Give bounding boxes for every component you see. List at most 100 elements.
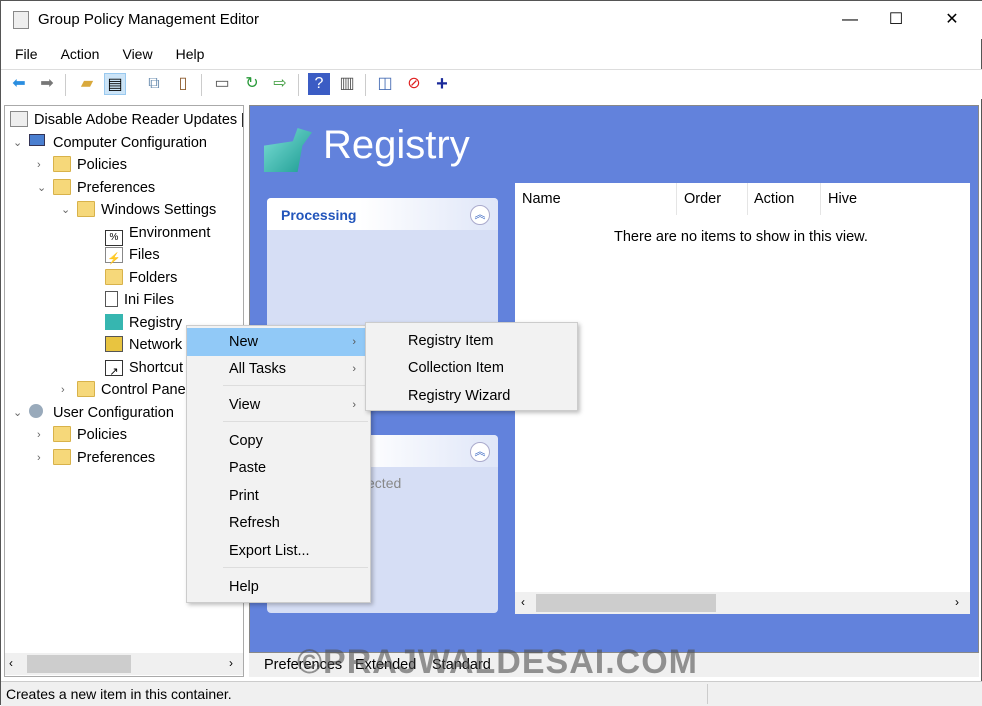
scroll-thumb[interactable]: [536, 594, 716, 612]
print-icon[interactable]: ▭: [211, 73, 233, 95]
menu-item-export-list[interactable]: Export List...: [187, 537, 370, 565]
window-title: Group Policy Management Editor: [38, 11, 259, 28]
tree-files[interactable]: ⚡ Files: [105, 244, 160, 266]
folder-icon: [53, 156, 71, 172]
items-list: Name Order Action Hive There are no item…: [515, 183, 970, 614]
folder-icon: [53, 426, 71, 442]
show-hide-tree-icon[interactable]: ▤: [104, 73, 126, 95]
ini-file-icon: [105, 291, 118, 307]
tree-network[interactable]: Network: [105, 334, 182, 356]
collapse-icon[interactable]: ︽: [470, 205, 490, 225]
title-bar: Group Policy Management Editor — ☐ ✕: [1, 1, 982, 39]
chevron-right-icon: ›: [352, 336, 356, 348]
user-icon: [29, 404, 47, 420]
export-list-icon[interactable]: ⇨: [269, 73, 291, 95]
tree-ini-files[interactable]: Ini Files: [105, 289, 174, 311]
menu-item-all-tasks[interactable]: All Tasks ›: [187, 355, 370, 383]
toolbar: ⬅ ➡ ▰ ▤ ⧉ ▯ ▭ ↻ ⇨ ? ▥ ◫ ⊘ +: [1, 69, 982, 99]
menu-item-view[interactable]: View ›: [187, 391, 370, 419]
tree-control-panel[interactable]: › Control Pane: [61, 379, 186, 401]
stop-icon[interactable]: ⊘: [403, 73, 425, 95]
tree-preferences[interactable]: ⌄ Preferences: [37, 177, 155, 199]
menu-item-print[interactable]: Print: [187, 482, 370, 510]
tree-policies[interactable]: › Policies: [37, 154, 127, 176]
menu-item-help[interactable]: Help: [187, 573, 370, 601]
menu-view[interactable]: View: [108, 41, 161, 62]
menu-item-copy[interactable]: Copy: [187, 427, 370, 455]
app-icon: [13, 11, 29, 29]
registry-icon: [105, 314, 123, 330]
processing-title: Processing: [267, 198, 498, 230]
column-hive[interactable]: Hive: [828, 191, 857, 207]
up-folder-icon[interactable]: ▰: [76, 73, 98, 95]
refresh-icon[interactable]: ↻: [241, 73, 263, 95]
menu-help[interactable]: Help: [162, 41, 214, 62]
tree-computer-configuration[interactable]: ⌄ Computer Configuration: [13, 132, 207, 154]
menu-item-registry-item[interactable]: Registry Item: [366, 327, 577, 355]
tree-user-policies[interactable]: › Policies: [37, 424, 127, 446]
help-icon[interactable]: ?: [308, 73, 330, 95]
show-hide-action-pane-icon[interactable]: ▥: [336, 73, 358, 95]
tree-horizontal-scrollbar[interactable]: ‹ ›: [5, 653, 243, 675]
tree-user-configuration[interactable]: ⌄ User Configuration: [13, 402, 174, 424]
menu-bar: File Action View Help: [1, 41, 982, 67]
chevron-down-icon[interactable]: ⌄: [13, 402, 25, 424]
context-menu: New › All Tasks › View › Copy Paste Print R…: [186, 325, 371, 603]
page-title: Registry: [323, 123, 470, 167]
tree-shortcut[interactable]: ↗ Shortcut: [105, 357, 183, 379]
add-icon[interactable]: +: [431, 73, 453, 95]
menu-action[interactable]: Action: [47, 41, 109, 62]
gpo-icon: [10, 111, 28, 127]
maximize-button[interactable]: ☐: [873, 1, 919, 39]
tree-environment[interactable]: % Environment: [105, 222, 210, 246]
menu-file[interactable]: File: [1, 41, 47, 62]
tree-root[interactable]: Disable Adobe Reader Updates [: [10, 109, 243, 131]
computer-icon: [29, 134, 47, 150]
column-name[interactable]: Name: [522, 191, 561, 207]
chevron-down-icon[interactable]: ⌄: [37, 177, 49, 199]
folder-icon: [53, 179, 71, 195]
menu-item-registry-wizard[interactable]: Registry Wizard: [366, 382, 577, 410]
list-horizontal-scrollbar[interactable]: ‹ ›: [515, 592, 970, 614]
chevron-right-icon: ›: [352, 363, 356, 375]
registry-icon: [264, 128, 312, 172]
forward-icon[interactable]: ➡: [36, 73, 58, 95]
empty-message: There are no items to show in this view.: [614, 229, 868, 245]
menu-item-collection-item[interactable]: Collection Item: [366, 354, 577, 382]
minimize-button[interactable]: —: [827, 1, 873, 39]
menu-item-paste[interactable]: Paste: [187, 454, 370, 482]
watermark: ©PRAJWALDESAI.COM: [297, 643, 698, 681]
menu-item-new[interactable]: New ›: [187, 328, 370, 356]
paste-icon[interactable]: ▯: [172, 73, 194, 95]
chevron-down-icon[interactable]: ⌄: [13, 132, 25, 154]
folder-icon: [77, 201, 95, 217]
back-icon[interactable]: ⬅: [8, 73, 30, 95]
files-icon: ⚡: [105, 247, 123, 265]
menu-item-refresh[interactable]: Refresh: [187, 509, 370, 537]
collapse-icon[interactable]: ︽: [470, 442, 490, 462]
column-order[interactable]: Order: [684, 191, 721, 207]
tree-windows-settings[interactable]: ⌄ Windows Settings: [61, 199, 216, 221]
chevron-down-icon[interactable]: ⌄: [61, 199, 73, 221]
folders-icon: [105, 269, 123, 285]
chevron-right-icon[interactable]: ›: [37, 447, 49, 469]
close-button[interactable]: ✕: [929, 1, 975, 39]
network-icon: [105, 336, 123, 352]
chevron-right-icon[interactable]: ›: [37, 424, 49, 446]
column-action[interactable]: Action: [754, 191, 794, 207]
copy-icon[interactable]: ⧉: [143, 73, 165, 95]
control-panel-icon: [77, 381, 95, 397]
chevron-right-icon[interactable]: ›: [37, 154, 49, 176]
tree-registry[interactable]: Registry: [105, 312, 182, 334]
status-text: Creates a new item in this container.: [6, 686, 232, 702]
status-bar: Creates a new item in this container.: [1, 681, 982, 706]
chevron-right-icon[interactable]: ›: [61, 379, 73, 401]
new-submenu: Registry Item Collection Item Registry W…: [365, 322, 578, 411]
chevron-right-icon: ›: [352, 399, 356, 411]
scroll-thumb[interactable]: [27, 655, 131, 673]
folder-icon: [53, 449, 71, 465]
tree-user-preferences[interactable]: › Preferences: [37, 447, 155, 469]
tree-folders[interactable]: Folders: [105, 267, 177, 289]
shortcut-icon: ↗: [105, 360, 123, 378]
properties-icon[interactable]: ◫: [374, 73, 396, 95]
